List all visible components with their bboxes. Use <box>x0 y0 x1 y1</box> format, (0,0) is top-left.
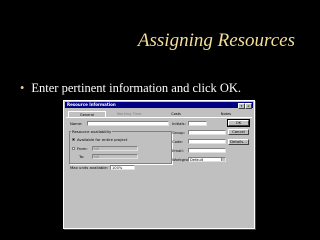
help-icon[interactable]: ? <box>238 103 245 109</box>
available-entire-label: Available for entire project <box>77 137 128 142</box>
ok-button[interactable]: OK <box>227 119 250 127</box>
tab-divider <box>66 117 252 118</box>
cancel-button[interactable]: Cancel <box>228 129 249 135</box>
initials-label: Initials: <box>172 121 186 126</box>
email-field[interactable] <box>188 148 226 153</box>
workgroup-value: Default <box>190 158 204 162</box>
dialog-title: Resource Information <box>67 102 116 107</box>
initials-field[interactable] <box>188 121 207 126</box>
from-field[interactable]: NA <box>92 146 138 151</box>
max-units-label: Max units available: <box>70 165 109 170</box>
code-label: Code: <box>172 139 183 144</box>
name-field[interactable] <box>87 121 169 126</box>
details-button[interactable]: Details... <box>228 139 249 145</box>
bullet-text: Enter pertinent information and click OK… <box>31 81 242 95</box>
code-field[interactable] <box>188 139 226 144</box>
from-checkbox[interactable] <box>72 147 75 150</box>
resource-information-dialog: Resource Information ? × General Working… <box>63 100 255 229</box>
slide-bullet: • Enter pertinent information and click O… <box>20 80 241 96</box>
to-label: To: <box>79 154 85 159</box>
name-label: Name: <box>70 121 83 126</box>
group-label: Group: <box>172 130 185 135</box>
close-icon[interactable]: × <box>245 103 252 109</box>
workgroup-select[interactable]: Default <box>188 157 226 162</box>
to-field[interactable]: NA <box>92 154 138 159</box>
dialog-titlebar: Resource Information ? × <box>65 102 253 109</box>
group-field[interactable] <box>188 130 226 135</box>
chevron-down-icon[interactable] <box>221 158 225 161</box>
bullet-dot-icon: • <box>20 81 25 95</box>
availability-group-label: Resource availability <box>71 129 113 134</box>
available-entire-checkbox[interactable] <box>72 138 75 141</box>
slide-title: Assigning Resources <box>137 30 295 51</box>
max-units-field[interactable]: 100% <box>110 165 135 170</box>
from-label: From: <box>77 146 88 151</box>
email-label: Email: <box>172 148 184 153</box>
